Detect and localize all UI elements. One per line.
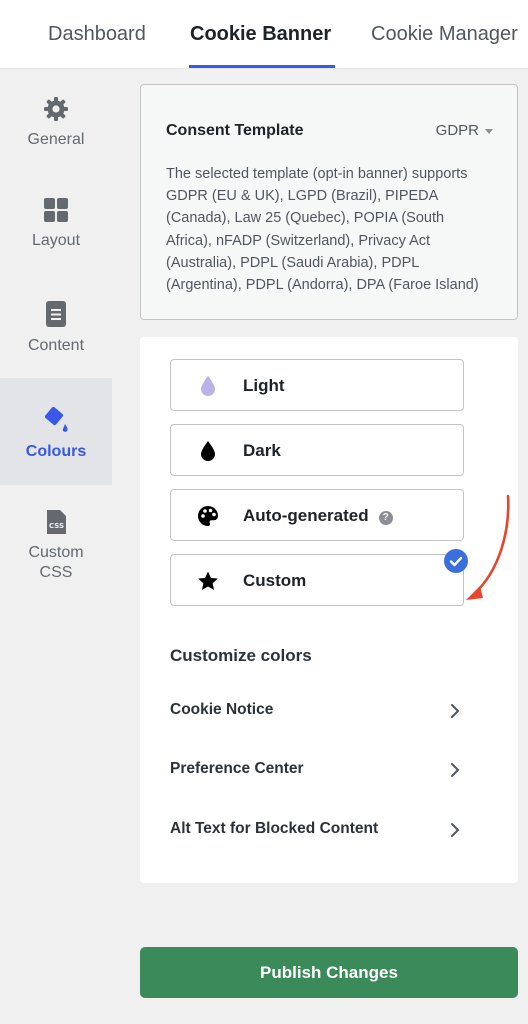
customize-row-cookie-notice[interactable]: Cookie Notice — [170, 696, 470, 726]
template-select[interactable]: GDPR — [436, 122, 493, 139]
customize-colors-title: Customize colors — [170, 646, 312, 665]
active-tab-indicator — [189, 65, 335, 68]
sidebar-item-general[interactable]: General — [0, 96, 112, 150]
consent-template-description: The selected template (opt-in banner) su… — [166, 166, 479, 294]
colour-options-card: Light Dark Auto-generated? Custom Custom… — [140, 337, 518, 883]
grid-icon — [44, 198, 68, 222]
sidebar-item-content[interactable]: Content — [0, 300, 112, 356]
colour-option-custom[interactable]: Custom — [170, 554, 464, 606]
colour-option-label: Auto-generated? — [243, 506, 393, 526]
sidebar-item-layout[interactable]: Layout — [0, 197, 112, 251]
customize-row-label: Preference Center — [170, 760, 304, 777]
sidebar-item-label: Content — [27, 337, 85, 354]
colour-option-light[interactable]: Light — [170, 359, 464, 411]
customize-row-label: Cookie Notice — [170, 701, 274, 718]
chevron-right-icon — [451, 763, 460, 777]
chevron-down-icon — [485, 128, 493, 134]
gear-icon — [44, 97, 68, 121]
selected-check-icon — [444, 549, 468, 573]
tab-cookie-manager[interactable]: Cookie Manager — [371, 23, 518, 46]
sidebar-item-colours[interactable]: Colours — [0, 378, 112, 485]
consent-template-card: Consent Template GDPR The selected templ… — [140, 84, 518, 320]
sidebar-item-custom-css[interactable]: CSS Custom CSS — [0, 509, 112, 583]
chevron-right-icon — [451, 704, 460, 718]
svg-text:CSS: CSS — [49, 522, 64, 530]
chevron-right-icon — [451, 823, 460, 837]
sidebar-item-label: Colours — [25, 443, 87, 460]
customize-row-alt-text[interactable]: Alt Text for Blocked Content — [170, 815, 470, 845]
customize-row-label: Alt Text for Blocked Content — [170, 820, 379, 837]
colour-option-auto-generated[interactable]: Auto-generated? — [170, 489, 464, 541]
template-select-value: GDPR — [435, 122, 479, 139]
palette-icon — [198, 506, 219, 526]
css-file-icon: CSS — [47, 510, 66, 534]
colour-option-dark[interactable]: Dark — [170, 424, 464, 476]
paint-bucket-icon — [44, 406, 68, 432]
colour-option-label: Light — [243, 376, 285, 395]
star-icon — [198, 571, 218, 590]
drop-light-icon — [201, 376, 215, 396]
tab-dashboard[interactable]: Dashboard — [48, 23, 146, 46]
document-icon — [46, 301, 66, 327]
colour-option-label: Custom — [243, 571, 307, 590]
customize-row-preference-center[interactable]: Preference Center — [170, 755, 470, 785]
help-icon[interactable]: ? — [378, 511, 393, 525]
sidebar-item-label: Custom CSS — [28, 544, 84, 581]
main-panel: Consent Template GDPR The selected templ… — [112, 70, 528, 1024]
sidebar-item-label: Layout — [31, 232, 81, 249]
publish-changes-button[interactable]: Publish Changes — [140, 947, 518, 998]
top-tab-bar: Dashboard Cookie Banner Cookie Manager — [0, 0, 528, 69]
consent-template-title: Consent Template — [166, 122, 304, 139]
drop-dark-icon — [201, 441, 215, 461]
sidebar: General Layout Content Colours CSS Custo… — [0, 70, 112, 1024]
colour-option-label: Dark — [243, 441, 281, 460]
sidebar-item-label: General — [27, 131, 85, 148]
tab-cookie-banner[interactable]: Cookie Banner — [190, 23, 331, 46]
